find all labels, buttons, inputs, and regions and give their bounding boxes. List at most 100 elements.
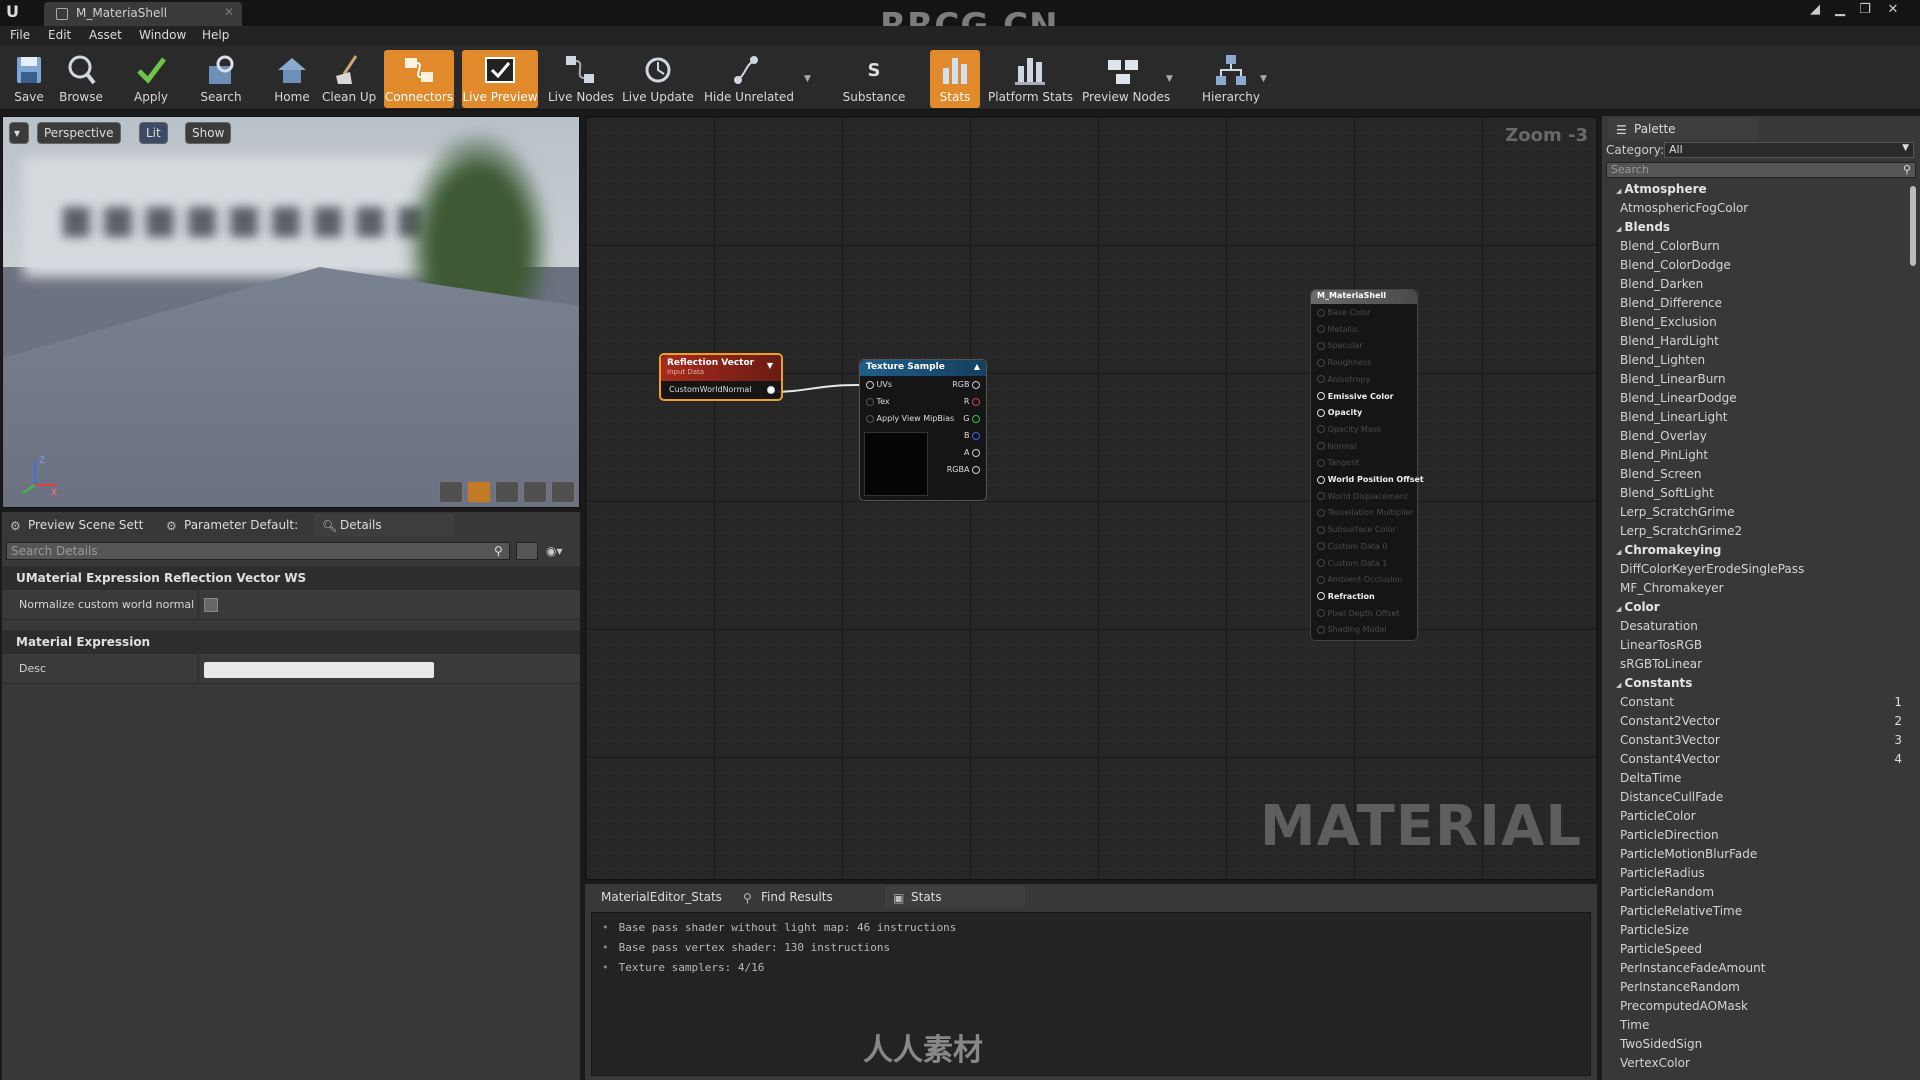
tab-palette[interactable]: ☰ Palette	[1608, 118, 1758, 140]
show-button[interactable]: Show	[185, 122, 232, 144]
palette-item[interactable]: sRGBToLinear	[1606, 657, 1906, 676]
input-pin[interactable]	[1317, 609, 1325, 618]
palette-item[interactable]: Lerp_ScratchGrime2	[1606, 524, 1906, 543]
live-nodes-button[interactable]: Live Nodes	[548, 50, 614, 108]
palette-item[interactable]: MF_Chromakeyer	[1606, 581, 1906, 600]
hierarchy-button[interactable]: Hierarchy	[1196, 50, 1266, 108]
menu-window[interactable]: Window	[139, 28, 186, 42]
material-input-pin[interactable]: Opacity	[1317, 408, 1362, 420]
output-pin-rgb[interactable]: RGB	[952, 380, 980, 392]
document-tab[interactable]: M_MateriaShell ✕	[44, 2, 242, 26]
palette-category[interactable]: Blends	[1606, 220, 1906, 239]
material-input-pin[interactable]: Normal	[1317, 442, 1357, 454]
close-icon[interactable]: ✕	[224, 5, 234, 19]
menu-asset[interactable]: Asset	[89, 28, 122, 42]
material-input-pin[interactable]: Roughness	[1317, 358, 1371, 370]
menu-file[interactable]: File	[10, 28, 30, 42]
hierarchy-dropdown-icon[interactable]: ▼	[1260, 74, 1267, 84]
input-pin[interactable]	[1317, 542, 1325, 551]
input-pin[interactable]	[1317, 508, 1325, 517]
input-pin-mipbias[interactable]: Apply View MipBias	[866, 414, 954, 426]
material-input-pin[interactable]: World Displacement	[1317, 492, 1408, 504]
input-pin[interactable]	[1317, 559, 1325, 567]
tab-parameter-defaults[interactable]: ⚙ Parameter Default:	[158, 514, 314, 536]
palette-item[interactable]: Time	[1606, 1018, 1906, 1037]
tab-materialeditor-stats[interactable]: MaterialEditor_Stats	[585, 886, 735, 908]
palette-item[interactable]: ParticleColor	[1606, 809, 1906, 828]
preview-cylinder-icon[interactable]	[439, 481, 463, 503]
viewport-options-button[interactable]: ▾	[9, 122, 29, 144]
palette-item[interactable]: Constant4Vector 4	[1606, 752, 1906, 771]
palette-item[interactable]: Blend_ColorBurn	[1606, 239, 1906, 258]
output-pin[interactable]	[767, 386, 775, 394]
dropdown-icon[interactable]: ◢	[1804, 2, 1826, 20]
material-input-pin[interactable]: World Position Offset	[1317, 475, 1424, 487]
apply-button[interactable]: Apply	[130, 50, 172, 108]
material-input-pin[interactable]: Tessellation Multiplier	[1317, 508, 1414, 520]
stats-button[interactable]: Stats	[930, 50, 980, 108]
input-pin[interactable]	[866, 380, 874, 389]
normalize-checkbox[interactable]	[204, 598, 218, 612]
connectors-button[interactable]: Connectors	[384, 50, 454, 108]
hide-unrelated-dropdown-icon[interactable]: ▼	[804, 74, 811, 84]
preview-custom-mesh-icon[interactable]	[551, 481, 575, 503]
tab-stats[interactable]: ▣ Stats	[885, 886, 1025, 908]
material-input-pin[interactable]: Metallic	[1317, 325, 1358, 337]
live-preview-button[interactable]: Live Preview	[462, 50, 538, 108]
palette-item[interactable]: Blend_Difference	[1606, 296, 1906, 315]
input-pin[interactable]	[1317, 475, 1325, 484]
view-options-icon[interactable]	[516, 542, 538, 560]
input-pin-uvs[interactable]: UVs	[866, 380, 892, 392]
collapse-arrow-icon[interactable]: ▲	[974, 362, 980, 371]
input-pin[interactable]	[1317, 325, 1325, 334]
palette-item[interactable]: VertexColor	[1606, 1056, 1906, 1075]
palette-item[interactable]: Blend_Screen	[1606, 467, 1906, 486]
browse-button[interactable]: Browse	[56, 50, 106, 108]
input-pin-tex[interactable]: Tex	[866, 397, 890, 409]
input-pin[interactable]	[1317, 575, 1325, 584]
tab-details[interactable]: 🔍︎ Details	[314, 514, 454, 536]
output-pin[interactable]	[972, 380, 980, 389]
live-update-button[interactable]: Live Update	[622, 50, 694, 108]
texture-sample-node[interactable]: Texture Sample ▲ UVs Tex Apply View MipB…	[859, 359, 987, 501]
hide-unrelated-button[interactable]: Hide Unrelated	[704, 50, 794, 108]
input-pin[interactable]	[1317, 525, 1325, 534]
input-pin[interactable]	[1317, 458, 1325, 467]
collapse-arrow-icon[interactable]: ▼	[767, 361, 773, 370]
palette-category[interactable]: Chromakeying	[1606, 543, 1906, 562]
palette-item[interactable]: ParticleRelativeTime	[1606, 904, 1906, 923]
palette-item[interactable]: DeltaTime	[1606, 771, 1906, 790]
input-pin[interactable]	[1317, 341, 1325, 350]
output-pin[interactable]	[972, 414, 980, 423]
output-pin-b[interactable]: B	[964, 431, 980, 443]
material-input-pin[interactable]: Anisotropy	[1317, 375, 1370, 387]
home-button[interactable]: Home	[272, 50, 312, 108]
input-pin[interactable]	[1317, 492, 1325, 501]
material-input-pin[interactable]: Custom Data 0	[1317, 542, 1387, 554]
output-pin[interactable]	[972, 448, 980, 457]
tab-preview-scene-settings[interactable]: ⚙ Preview Scene Sett	[2, 514, 158, 536]
material-graph[interactable]: Zoom -3 MATERIAL Reflection Vector Input…	[585, 116, 1597, 880]
palette-item[interactable]: Blend_Exclusion	[1606, 315, 1906, 334]
material-input-pin[interactable]: Pixel Depth Offset	[1317, 609, 1400, 621]
palette-item[interactable]: Desaturation	[1606, 619, 1906, 638]
menu-help[interactable]: Help	[202, 28, 229, 42]
output-pin-a[interactable]: A	[964, 448, 980, 460]
palette-item[interactable]: PerInstanceRandom	[1606, 980, 1906, 999]
material-input-pin[interactable]: Shading Model	[1317, 625, 1387, 637]
palette-item[interactable]: Blend_LinearDodge	[1606, 391, 1906, 410]
platform-stats-button[interactable]: Platform Stats	[988, 50, 1073, 108]
palette-item[interactable]: Constant 1	[1606, 695, 1906, 714]
palette-item[interactable]: Blend_ColorDodge	[1606, 258, 1906, 277]
material-result-node[interactable]: M_MateriaShell Base Color Metallic Specu…	[1310, 289, 1424, 641]
material-input-pin[interactable]: Base Color	[1317, 308, 1370, 320]
minimize-button[interactable]: ▁	[1829, 2, 1851, 20]
lit-button[interactable]: Lit	[139, 122, 168, 144]
input-pin[interactable]	[1317, 308, 1325, 317]
preview-cube-icon[interactable]	[523, 481, 547, 503]
palette-item[interactable]: ParticleRadius	[1606, 866, 1906, 885]
output-pin[interactable]	[972, 465, 980, 474]
desc-text-field[interactable]	[204, 662, 434, 678]
input-pin[interactable]	[1317, 425, 1325, 434]
preview-nodes-dropdown-icon[interactable]: ▼	[1166, 74, 1173, 84]
